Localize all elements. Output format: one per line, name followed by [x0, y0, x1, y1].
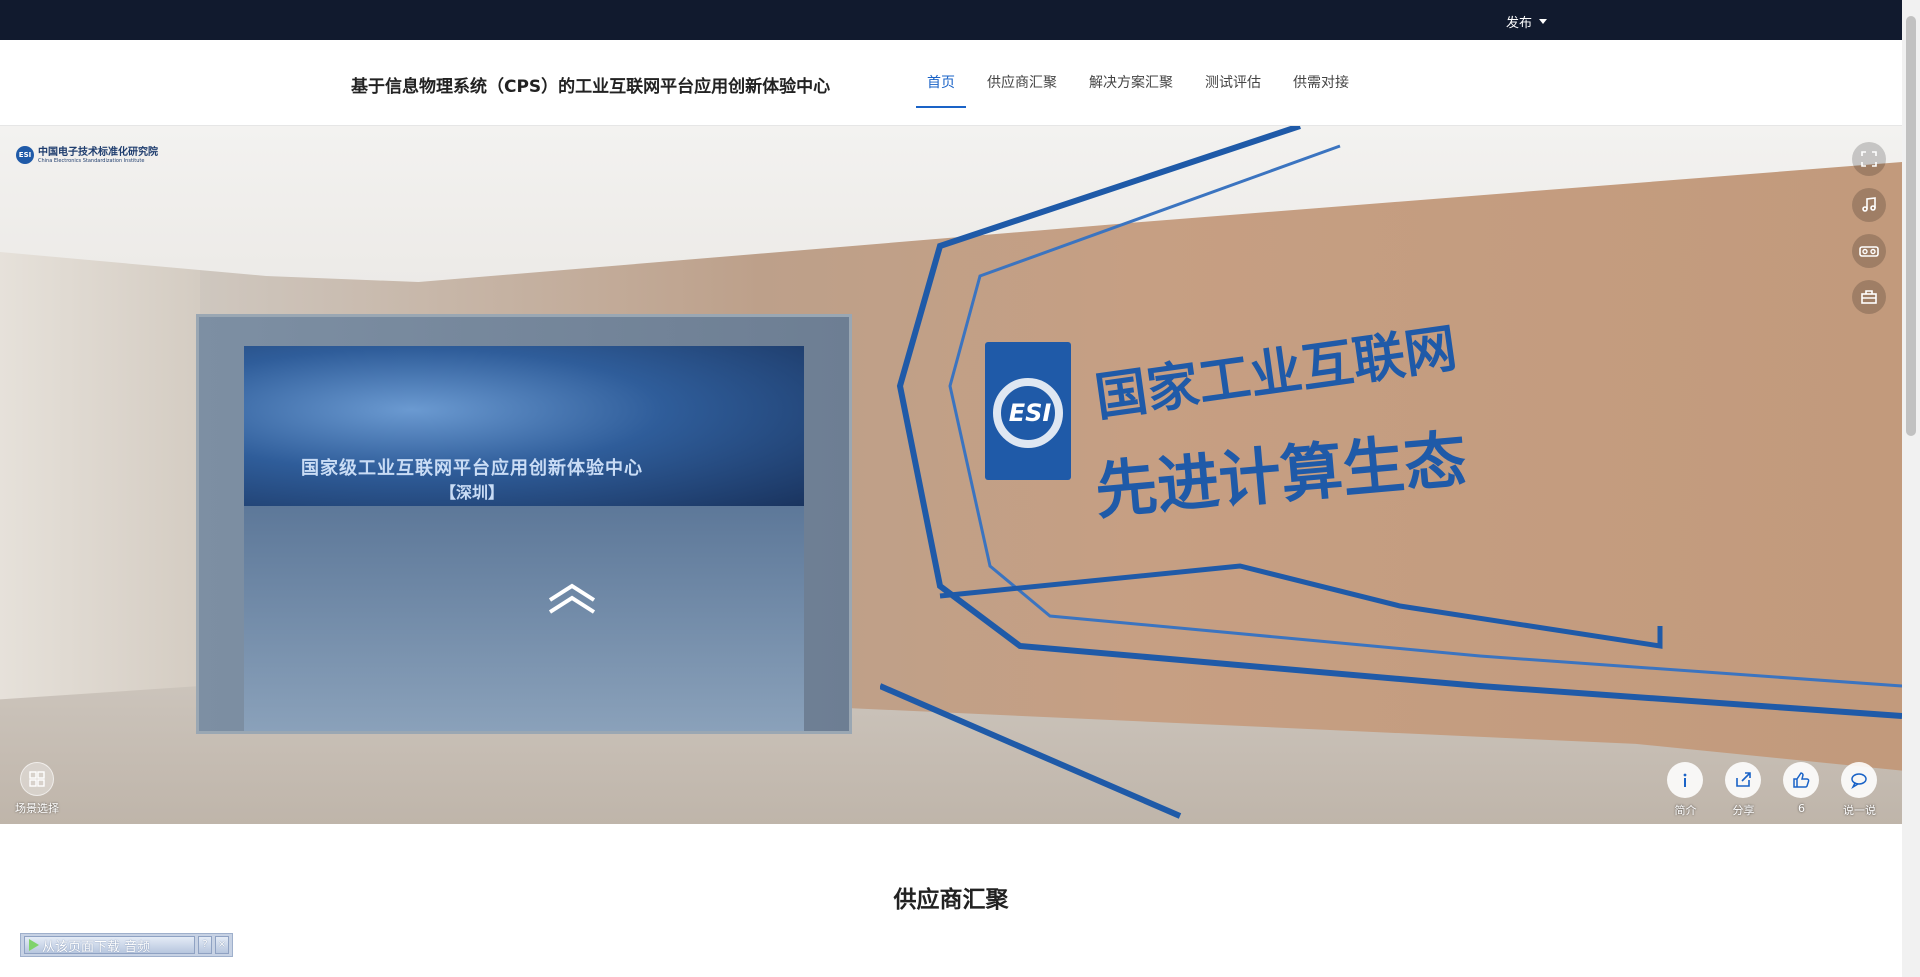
panorama-viewer[interactable]: 国家级工业互联网平台应用创新体验中心 【深圳】 ESI 国家工业互联网 先进计算… — [0, 126, 1902, 824]
screen-caption: 国家级工业互联网平台应用创新体验中心 — [301, 458, 643, 479]
vr-button[interactable] — [1852, 234, 1886, 268]
page-scrollbar[interactable] — [1902, 0, 1920, 977]
help-button[interactable]: ? — [198, 936, 212, 954]
forward-arrow-icon[interactable] — [546, 578, 598, 618]
comment-icon — [1841, 762, 1877, 798]
nav-item-solutions[interactable]: 解决方案汇聚 — [1078, 40, 1184, 126]
download-audio-button[interactable]: 从该页面下载 音频 — [24, 936, 195, 955]
publish-label: 发布 — [1506, 16, 1533, 31]
scrollbar-thumb[interactable] — [1906, 16, 1916, 436]
comment-label: 说一说 — [1843, 804, 1876, 817]
intro-label: 简介 — [1674, 804, 1697, 817]
nav-item-home[interactable]: 首页 — [916, 40, 966, 126]
site-header: 基于信息物理系统（CPS）的工业互联网平台应用创新体验中心 首页 供应商汇聚 解… — [0, 40, 1902, 126]
scene-select-button[interactable]: 场景选择 — [12, 762, 62, 816]
comment-button[interactable]: 说一说 — [1841, 762, 1878, 818]
like-button[interactable]: 6 — [1783, 762, 1820, 818]
nav-item-matching[interactable]: 供需对接 — [1282, 40, 1360, 126]
publish-menu[interactable]: 发布 — [1506, 12, 1548, 31]
site-title: 基于信息物理系统（CPS）的工业互联网平台应用创新体验中心 — [351, 77, 831, 97]
caret-down-icon — [1539, 19, 1548, 24]
nav-item-testing[interactable]: 测试评估 — [1194, 40, 1272, 126]
like-count: 6 — [1798, 802, 1805, 815]
toolbox-icon — [1861, 290, 1877, 304]
intro-button[interactable]: 简介 — [1667, 762, 1704, 818]
share-label: 分享 — [1732, 804, 1755, 817]
share-icon — [1725, 762, 1761, 798]
top-bar: 发布 — [0, 0, 1902, 40]
download-audio-label: 从该页面下载 音频 — [42, 939, 151, 955]
fullscreen-icon — [1861, 151, 1877, 167]
pano-logo: ESI 中国电子技术标准化研究院 China Electronics Stand… — [16, 146, 158, 164]
music-button[interactable] — [1852, 188, 1886, 222]
partial-heading-left — [190, 968, 340, 977]
nav-item-suppliers[interactable]: 供应商汇聚 — [976, 40, 1068, 126]
music-icon — [1862, 197, 1876, 212]
scene-select-label: 场景选择 — [15, 802, 59, 815]
main-nav: 首页 供应商汇聚 解决方案汇聚 测试评估 供需对接 — [916, 40, 1370, 126]
bottom-toolbar: 简介 分享 6 说一说 — [1667, 762, 1878, 818]
wall-logo-text: ESI — [1008, 399, 1052, 427]
esi-logo-icon: ESI — [16, 146, 34, 164]
audio-download-bar: 从该页面下载 音频 ? × — [20, 933, 233, 957]
side-toolbar — [1852, 142, 1886, 314]
section-title: 供应商汇聚 — [893, 887, 1009, 913]
screen-subcaption: 【深圳】 — [439, 483, 504, 502]
play-icon — [29, 939, 39, 951]
toolbox-button[interactable] — [1852, 280, 1886, 314]
info-icon — [1667, 762, 1703, 798]
grid-icon — [29, 771, 45, 787]
thumbs-up-icon — [1783, 762, 1819, 798]
left-wall — [0, 186, 200, 746]
pano-logo-en: China Electronics Standardization Instit… — [38, 157, 145, 164]
close-button[interactable]: × — [215, 936, 229, 954]
fullscreen-button[interactable] — [1852, 142, 1886, 176]
glass-reflection — [244, 506, 804, 731]
scene-grid-button[interactable] — [20, 762, 54, 796]
partial-heading-right — [1106, 968, 1226, 977]
vr-glasses-icon — [1859, 246, 1879, 257]
share-button[interactable]: 分享 — [1725, 762, 1762, 818]
pano-logo-name: 中国电子技术标准化研究院 — [38, 146, 158, 158]
